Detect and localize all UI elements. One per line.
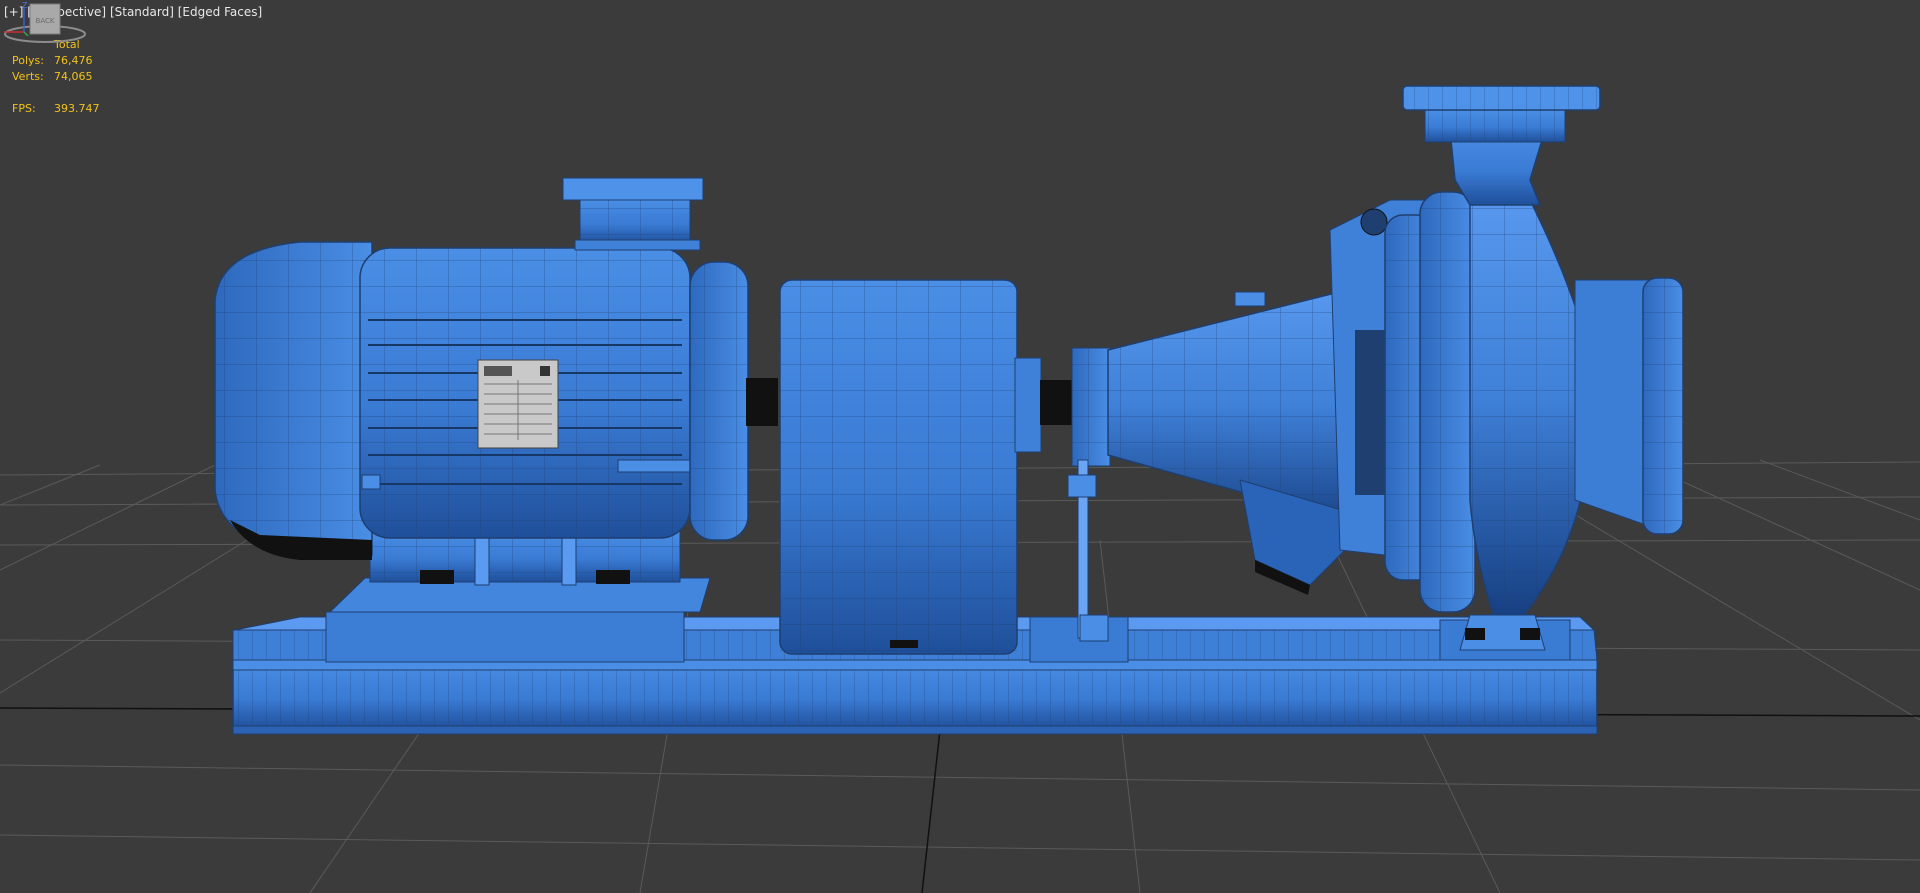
axis-tripod: Z (4, 1, 29, 36)
viewport-display-mode-menu[interactable]: [Edged Faces] (178, 5, 262, 19)
motor-fan-cover[interactable] (214, 241, 373, 560)
grid-world-axis (0, 707, 1920, 893)
viewport-shading-menu[interactable]: [Standard] (110, 5, 174, 19)
z-axis-label: Z (22, 1, 28, 10)
terminal-box[interactable] (562, 177, 704, 251)
stats-polys-label: Polys: (12, 54, 44, 67)
discharge-flange[interactable] (1402, 85, 1601, 206)
stats-polys-row: Polys: 76,476 (12, 53, 100, 69)
viewcube-face-label: BACK (36, 17, 55, 25)
perspective-viewport[interactable]: [+] [Perspective] [Standard] [Edged Face… (0, 0, 1920, 893)
stats-fps-label: FPS: (12, 102, 36, 115)
motor-nameplate (477, 359, 559, 449)
stats-polys-value: 76,476 (54, 54, 93, 67)
pump-foot[interactable] (1459, 614, 1546, 651)
stats-verts-label: Verts: (12, 70, 44, 83)
pump-assembly-model[interactable] (214, 85, 1684, 735)
coupling-guard[interactable] (779, 279, 1018, 655)
stats-fps-value: 393.747 (54, 102, 100, 115)
stats-verts-row: Verts: 74,065 (12, 69, 100, 85)
stats-fps-row: FPS: 393.747 (12, 101, 100, 117)
shaft-coupling[interactable] (1014, 347, 1111, 467)
motor-front-flange[interactable] (689, 261, 778, 541)
scene-canvas[interactable] (0, 0, 1920, 893)
stats-verts-value: 74,065 (54, 70, 93, 83)
pump-casing[interactable] (1329, 176, 1684, 621)
y-axis-line (23, 31, 29, 36)
